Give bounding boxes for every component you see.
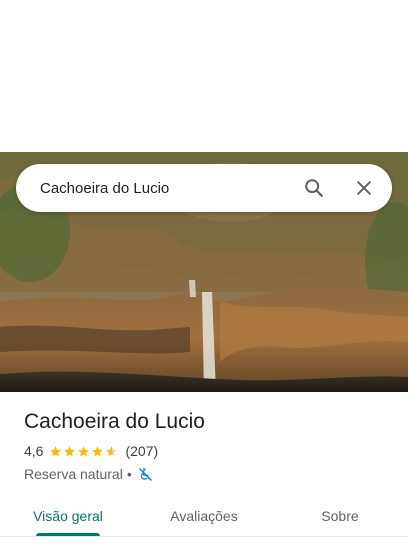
rating-stars — [49, 445, 119, 458]
tab-about-label: Sobre — [321, 508, 359, 524]
tabs-divider — [0, 536, 408, 537]
tab-overview-label: Visão geral — [33, 508, 103, 524]
separator-dot: • — [126, 466, 132, 482]
half-star-icon — [106, 445, 118, 456]
place-panel: Cachoeira do Lucio Cachoeira do Lucio 4,… — [0, 0, 408, 544]
review-count[interactable]: (207) — [125, 443, 158, 459]
search-bar[interactable]: Cachoeira do Lucio — [16, 164, 392, 212]
place-category[interactable]: Reserva natural — [24, 466, 123, 482]
tab-about[interactable]: Sobre — [272, 496, 408, 536]
rating-row[interactable]: 4,6 (207) — [24, 442, 392, 460]
search-input[interactable]: Cachoeira do Lucio — [40, 180, 280, 197]
place-info: Cachoeira do Lucio 4,6 (207) Reserva nat… — [24, 408, 392, 483]
not-wheelchair-accessible-icon[interactable] — [138, 467, 153, 482]
star-icon — [64, 445, 76, 456]
search-icon[interactable] — [298, 172, 330, 204]
tab-reviews-label: Avaliações — [170, 508, 238, 524]
star-icon — [78, 445, 90, 456]
category-row: Reserva natural • — [24, 465, 392, 483]
tab-overview[interactable]: Visão geral — [0, 496, 136, 536]
rating-value: 4,6 — [24, 443, 44, 459]
close-icon[interactable] — [348, 172, 380, 204]
star-icon — [50, 445, 62, 456]
star-icon — [92, 445, 104, 456]
tab-bar: Visão geral Avaliações Sobre — [0, 496, 408, 536]
tab-reviews[interactable]: Avaliações — [136, 496, 272, 536]
place-title: Cachoeira do Lucio — [24, 410, 205, 433]
